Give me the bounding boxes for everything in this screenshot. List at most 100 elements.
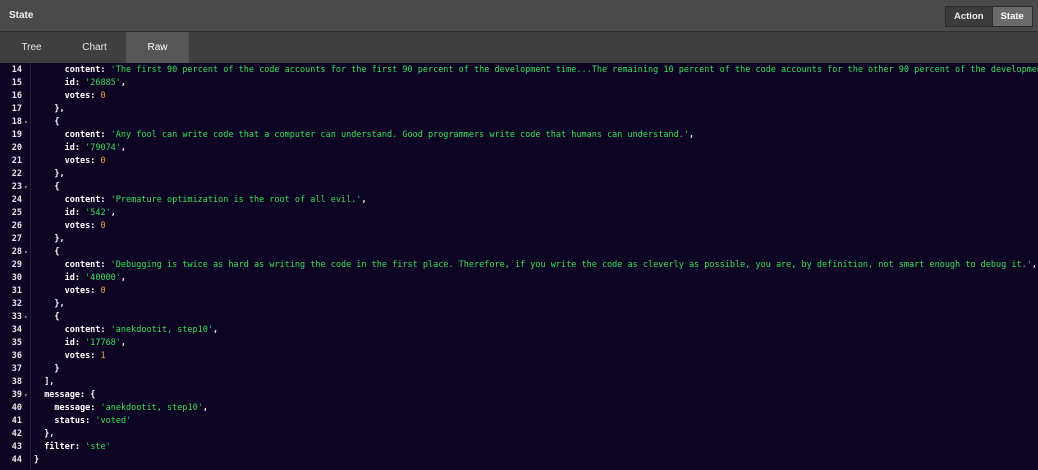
line-number: 36 [11, 351, 22, 361]
json-punctuation: : [74, 442, 86, 452]
code-text: }, [54, 233, 64, 246]
json-punctuation: : [85, 416, 96, 426]
code-text: message: { [44, 389, 95, 402]
code-line: 43 filter: 'ste' [0, 441, 1038, 454]
json-punctuation: }, [54, 169, 65, 179]
code-line: 17}, [0, 103, 1038, 116]
code-line: 38], [0, 376, 1038, 389]
fold-toggle-icon[interactable]: ▾ [24, 311, 28, 324]
json-punctuation: } [34, 455, 40, 465]
code-text: id: '40000', [65, 272, 126, 285]
json-key: id [64, 78, 75, 88]
json-punctuation: : [74, 273, 86, 283]
json-number: 0 [100, 221, 106, 231]
code-line: 39 ▾ message: { [0, 389, 1038, 402]
json-punctuation: } [54, 364, 60, 374]
json-key: content [64, 325, 101, 335]
json-key: id [64, 273, 75, 283]
tab-chart[interactable]: Chart [63, 32, 126, 63]
line-number: 29 [11, 260, 22, 270]
json-punctuation: , [120, 273, 127, 283]
raw-state-editor[interactable]: 14 content: 'The first 90 percent of the … [0, 63, 1038, 470]
code-text: }, [54, 298, 64, 311]
line-number: 27 [11, 234, 22, 244]
panel-title: State [9, 10, 34, 21]
code-text: content: 'Debugging is twice as hard as … [65, 259, 1037, 272]
json-key: content [64, 195, 101, 205]
code-line: 21 votes: 0 [0, 155, 1038, 168]
json-string: '26885' [85, 78, 121, 88]
code-line: 41 status: 'voted' [0, 415, 1038, 428]
json-punctuation: : [90, 156, 101, 166]
tab-raw[interactable]: Raw [126, 32, 189, 63]
json-string: 'anekdootit, step10' [110, 325, 214, 335]
line-number: 37 [11, 364, 22, 374]
line-number: 31 [11, 286, 22, 296]
code-text: { [54, 181, 59, 194]
json-key: id [64, 208, 75, 218]
line-number: 32 [11, 299, 22, 309]
line-number: 38 [11, 377, 22, 387]
json-punctuation: , [1031, 260, 1037, 270]
line-number: 25 [11, 208, 22, 218]
line-number: 26 [11, 221, 22, 231]
code-line: 42}, [0, 428, 1038, 441]
code-line: 37} [0, 363, 1038, 376]
json-punctuation: : [100, 260, 111, 270]
json-punctuation: : [74, 338, 86, 348]
code-line: 32}, [0, 298, 1038, 311]
json-punctuation: : [90, 91, 101, 101]
json-punctuation: : [90, 351, 101, 361]
line-number: 14 [11, 65, 22, 75]
json-punctuation: , [213, 325, 219, 335]
action-button[interactable]: Action [946, 7, 992, 26]
code-text: content: 'The first 90 percent of the co… [65, 64, 1038, 77]
json-punctuation: : [100, 195, 111, 205]
code-text: votes: 1 [65, 350, 106, 363]
code-line: 31 votes: 0 [0, 285, 1038, 298]
state-button[interactable]: State [991, 7, 1032, 26]
json-number: 0 [100, 156, 106, 166]
code-text: status: 'voted' [54, 415, 131, 428]
json-punctuation: : [100, 130, 111, 140]
code-line: 22}, [0, 168, 1038, 181]
code-text: content: 'Premature optimization is the … [65, 194, 367, 207]
line-number: 40 [11, 403, 22, 413]
line-number: 21 [11, 156, 22, 166]
code-text: }, [54, 103, 64, 116]
line-number: 39 [11, 390, 22, 400]
code-line: 24 content: 'Premature optimization is th… [0, 194, 1038, 207]
json-number: 1 [100, 351, 106, 361]
json-string: 'Debugging is twice as hard as writing t… [110, 260, 1032, 270]
code-text: } [54, 363, 59, 376]
fold-toggle-icon[interactable]: ▾ [24, 116, 28, 129]
fold-toggle-icon[interactable]: ▾ [24, 389, 28, 402]
tab-tree[interactable]: Tree [0, 32, 63, 63]
json-key: id [64, 338, 75, 348]
view-tabs: Tree Chart Raw [0, 32, 1038, 63]
fold-toggle-icon[interactable]: ▾ [24, 246, 28, 259]
json-punctuation: ], [44, 377, 55, 387]
code-line: 19 content: 'Any fool can write code that… [0, 129, 1038, 142]
json-string: '17768' [85, 338, 121, 348]
code-line: 35 id: '17768', [0, 337, 1038, 350]
json-string: 'Any fool can write code that a computer… [110, 130, 689, 140]
code-line: 40 message: 'anekdootit, step10', [0, 402, 1038, 415]
json-string: '40000' [85, 273, 121, 283]
json-key: content [64, 260, 101, 270]
json-punctuation: , [688, 130, 695, 140]
json-punctuation: , [202, 403, 208, 413]
code-line: 18 ▾ { [0, 116, 1038, 129]
code-text: } [34, 454, 39, 467]
json-key: content [64, 65, 101, 75]
json-string: 'ste' [85, 442, 111, 452]
fold-toggle-icon[interactable]: ▾ [24, 181, 28, 194]
json-key: votes [64, 351, 91, 361]
line-number: 35 [11, 338, 22, 348]
code-line: 44} [0, 454, 1038, 467]
json-string: '79074' [85, 143, 121, 153]
code-line: 29 content: 'Debugging is twice as hard a… [0, 259, 1038, 272]
json-punctuation: : { [80, 390, 96, 400]
line-number: 43 [11, 442, 22, 452]
line-number: 24 [11, 195, 22, 205]
